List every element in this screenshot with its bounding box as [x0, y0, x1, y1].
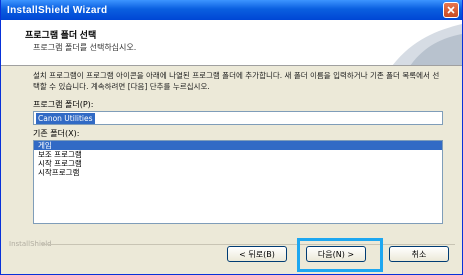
- wizard-header: 프로그램 폴더 선택 프로그램 폴더를 선택하십시오.: [1, 20, 462, 66]
- list-item[interactable]: 보조 프로그램: [34, 150, 442, 159]
- existing-folders-label: 기존 폴더(X):: [33, 129, 80, 138]
- window-title: InstallShield Wizard: [7, 4, 108, 16]
- program-folder-value: Canon Utilities: [36, 112, 95, 124]
- next-button-highlight: [297, 238, 383, 272]
- header-graphic-icon: [392, 24, 462, 65]
- existing-folders-list[interactable]: 게임 보조 프로그램 시작 프로그램 시작프로그램: [33, 140, 443, 224]
- footer-divider: [41, 244, 455, 245]
- header-subtitle: 프로그램 폴더를 선택하십시오.: [33, 43, 137, 52]
- program-folder-label: 프로그램 폴더(P):: [33, 100, 94, 109]
- header-title: 프로그램 폴더 선택: [25, 30, 97, 40]
- back-button[interactable]: < 뒤로(B): [227, 246, 287, 262]
- title-bar[interactable]: InstallShield Wizard: [1, 0, 462, 20]
- description-text: 설치 프로그램이 프로그램 아이콘을 아래에 나열된 프로그램 폴더에 추가합니…: [33, 71, 440, 91]
- cancel-button[interactable]: 취소: [389, 246, 449, 262]
- list-item[interactable]: 시작프로그램: [34, 168, 442, 177]
- list-item[interactable]: 시작 프로그램: [34, 159, 442, 168]
- list-item[interactable]: 게임: [34, 141, 442, 150]
- close-button[interactable]: [443, 2, 459, 18]
- installer-window: InstallShield Wizard 프로그램 폴더 선택 프로그램 폴더를…: [0, 0, 463, 275]
- close-icon: [447, 6, 455, 14]
- program-folder-input[interactable]: Canon Utilities: [33, 111, 443, 125]
